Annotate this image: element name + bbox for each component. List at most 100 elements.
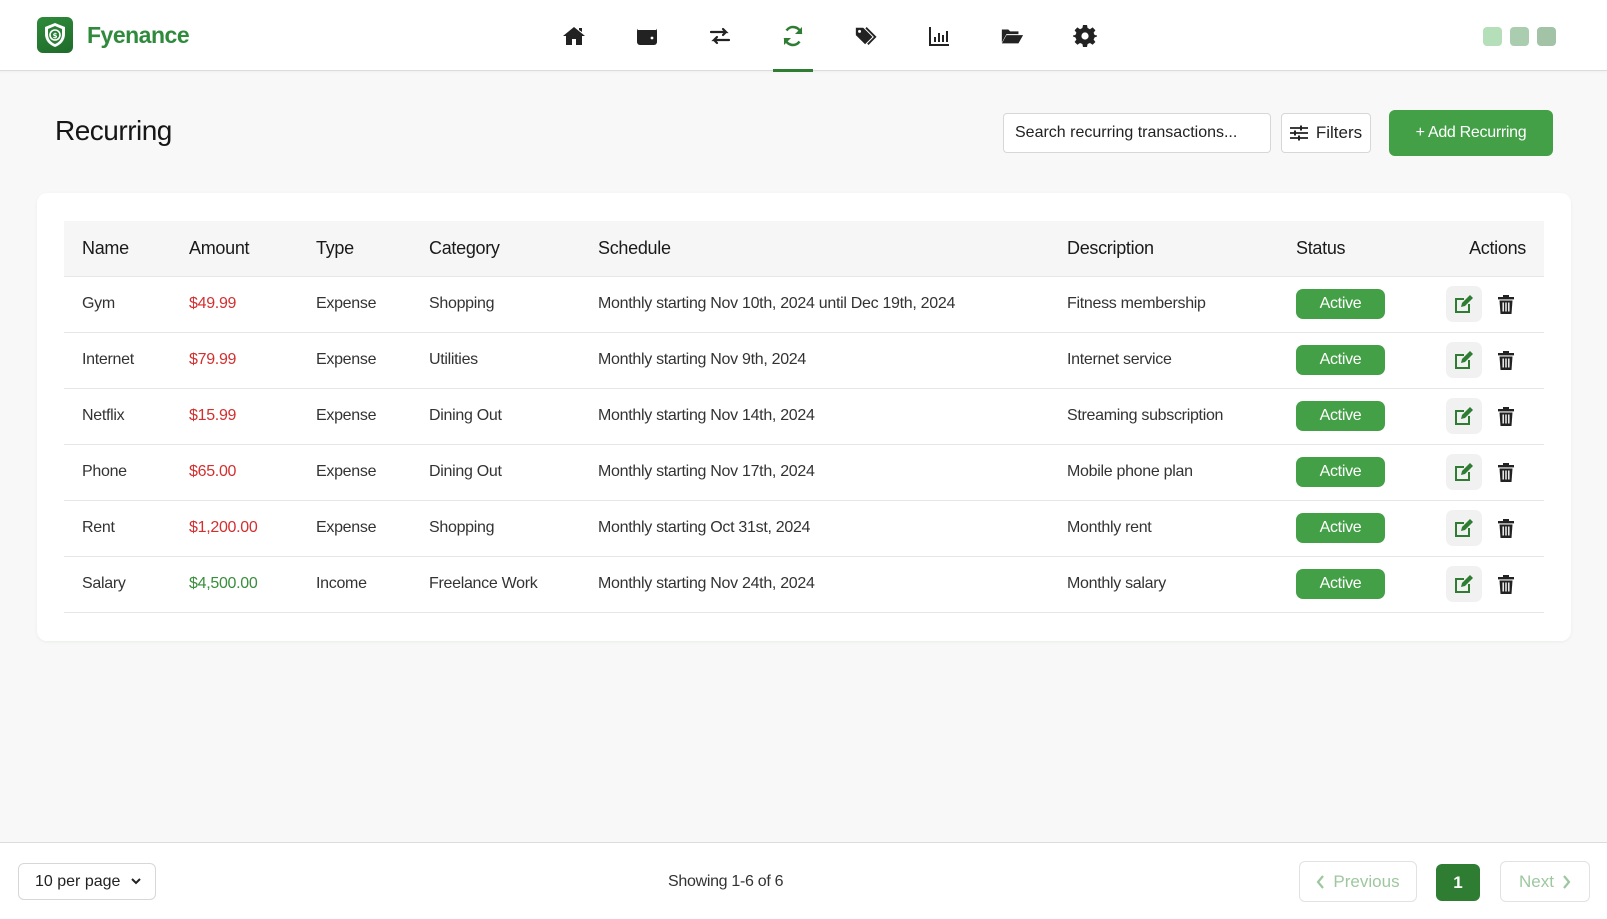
cell-name: Internet xyxy=(64,332,171,389)
cell-schedule: Monthly starting Nov 24th, 2024 xyxy=(580,556,1049,613)
tags-icon xyxy=(855,26,877,45)
transfer-arrows-icon xyxy=(709,27,731,44)
previous-page-button[interactable]: Previous xyxy=(1299,861,1417,902)
chevron-left-icon xyxy=(1316,874,1325,889)
page-number-button[interactable]: 1 xyxy=(1436,864,1480,901)
bar-chart-icon xyxy=(929,26,949,46)
window-control-3[interactable] xyxy=(1537,27,1556,46)
nav-home[interactable] xyxy=(538,0,610,71)
table-row[interactable]: Salary $4,500.00 Income Freelance Work M… xyxy=(64,556,1544,613)
top-navigation-bar: $ Fyenance xyxy=(0,0,1607,72)
nav-transactions[interactable] xyxy=(684,0,756,71)
main-nav xyxy=(538,0,1122,72)
edit-icon xyxy=(1455,407,1473,425)
cell-description: Internet service xyxy=(1049,332,1278,389)
nav-files[interactable] xyxy=(976,0,1048,71)
cell-actions xyxy=(1428,500,1544,557)
edit-button[interactable] xyxy=(1446,342,1482,378)
cell-type: Expense xyxy=(298,500,411,557)
trash-icon xyxy=(1498,462,1514,482)
table-row[interactable]: Internet $79.99 Expense Utilities Monthl… xyxy=(64,332,1544,389)
per-page-select[interactable]: 10 per page xyxy=(18,863,156,900)
cell-category: Shopping xyxy=(411,276,580,333)
cell-type: Expense xyxy=(298,388,411,445)
table-header-row: Name Amount Type Category Schedule Descr… xyxy=(64,221,1544,277)
cell-actions xyxy=(1428,332,1544,389)
next-page-button[interactable]: Next xyxy=(1500,861,1590,902)
trash-icon xyxy=(1498,350,1514,370)
brand[interactable]: $ Fyenance xyxy=(37,17,190,53)
delete-button[interactable] xyxy=(1494,510,1518,546)
cell-actions xyxy=(1428,388,1544,445)
cell-description: Streaming subscription xyxy=(1049,388,1278,445)
nav-settings[interactable] xyxy=(1049,0,1121,71)
filters-button[interactable]: Filters xyxy=(1281,113,1371,153)
edit-button[interactable] xyxy=(1446,566,1482,602)
cell-type: Income xyxy=(298,556,411,613)
cell-status: Active xyxy=(1278,556,1428,613)
edit-icon xyxy=(1455,575,1473,593)
table-row[interactable]: Netflix $15.99 Expense Dining Out Monthl… xyxy=(64,388,1544,445)
shield-dollar-icon: $ xyxy=(37,17,73,53)
column-header-category[interactable]: Category xyxy=(411,221,580,277)
cell-amount: $65.00 xyxy=(171,444,298,501)
edit-button[interactable] xyxy=(1446,286,1482,322)
wallet-icon xyxy=(637,27,657,45)
cell-name: Salary xyxy=(64,556,171,613)
search-input[interactable] xyxy=(1003,113,1271,153)
recurring-table-card: Name Amount Type Category Schedule Descr… xyxy=(37,193,1571,641)
column-header-description[interactable]: Description xyxy=(1049,221,1278,277)
home-icon xyxy=(563,26,585,45)
nav-wallet[interactable] xyxy=(611,0,683,71)
cell-actions xyxy=(1428,444,1544,501)
delete-button[interactable] xyxy=(1494,454,1518,490)
cell-description: Monthly salary xyxy=(1049,556,1278,613)
cell-amount: $79.99 xyxy=(171,332,298,389)
edit-icon xyxy=(1455,351,1473,369)
cell-name: Gym xyxy=(64,276,171,333)
page-title: Recurring xyxy=(55,115,172,146)
edit-button[interactable] xyxy=(1446,454,1482,490)
chevron-right-icon xyxy=(1563,874,1571,889)
status-badge: Active xyxy=(1296,401,1385,431)
column-header-schedule[interactable]: Schedule xyxy=(580,221,1049,277)
delete-button[interactable] xyxy=(1494,286,1518,322)
table-row[interactable]: Rent $1,200.00 Expense Shopping Monthly … xyxy=(64,500,1544,557)
sliders-icon xyxy=(1289,125,1308,141)
cell-status: Active xyxy=(1278,276,1428,333)
edit-button[interactable] xyxy=(1446,510,1482,546)
next-label: Next xyxy=(1519,871,1554,891)
delete-button[interactable] xyxy=(1494,398,1518,434)
delete-button[interactable] xyxy=(1494,566,1518,602)
window-controls xyxy=(1483,27,1556,46)
trash-icon xyxy=(1498,406,1514,426)
column-header-amount[interactable]: Amount xyxy=(171,221,298,277)
table-row[interactable]: Phone $65.00 Expense Dining Out Monthly … xyxy=(64,444,1544,501)
nav-reports[interactable] xyxy=(903,0,975,71)
edit-icon xyxy=(1455,463,1473,481)
window-control-1[interactable] xyxy=(1483,27,1502,46)
cell-schedule: Monthly starting Nov 10th, 2024 until De… xyxy=(580,276,1049,333)
column-header-type[interactable]: Type xyxy=(298,221,411,277)
nav-categories[interactable] xyxy=(830,0,902,71)
add-recurring-button[interactable]: + Add Recurring xyxy=(1389,110,1553,156)
brand-name: Fyenance xyxy=(87,21,190,48)
table-row[interactable]: Gym $49.99 Expense Shopping Monthly star… xyxy=(64,276,1544,333)
column-header-name[interactable]: Name xyxy=(64,221,171,277)
cell-description: Monthly rent xyxy=(1049,500,1278,557)
column-header-status[interactable]: Status xyxy=(1278,221,1428,277)
recurring-sync-icon xyxy=(783,25,803,46)
cell-name: Rent xyxy=(64,500,171,557)
edit-button[interactable] xyxy=(1446,398,1482,434)
cell-category: Dining Out xyxy=(411,388,580,445)
window-control-2[interactable] xyxy=(1510,27,1529,46)
status-badge: Active xyxy=(1296,289,1385,319)
delete-button[interactable] xyxy=(1494,342,1518,378)
cell-status: Active xyxy=(1278,332,1428,389)
cell-category: Freelance Work xyxy=(411,556,580,613)
trash-icon xyxy=(1498,294,1514,314)
edit-icon xyxy=(1455,519,1473,537)
cell-category: Utilities xyxy=(411,332,580,389)
gear-icon xyxy=(1073,24,1097,47)
nav-recurring[interactable] xyxy=(757,0,829,72)
